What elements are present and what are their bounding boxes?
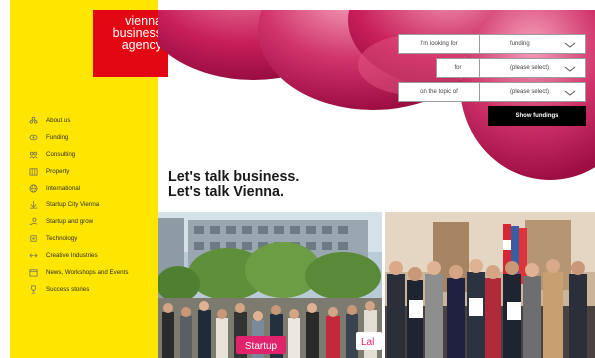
technology-icon bbox=[27, 234, 39, 244]
topic-label: on the topic of bbox=[398, 82, 480, 102]
main-nav: About us Funding Consulting Property Int… bbox=[27, 112, 158, 298]
show-fundings-button[interactable]: Show fundings bbox=[488, 106, 586, 126]
nav-item-news-workshops-events[interactable]: News, Workshops and Events bbox=[27, 264, 158, 281]
nav-label: Funding bbox=[46, 133, 69, 141]
nav-item-about-us[interactable]: About us bbox=[27, 112, 158, 129]
consulting-icon bbox=[27, 149, 39, 159]
nav-label: Creative Industries bbox=[46, 252, 98, 260]
for-select[interactable]: (please select) bbox=[480, 58, 586, 78]
nav-item-startup-city-vienna[interactable]: Startup City Vienna bbox=[27, 196, 158, 213]
nav-item-property[interactable]: Property bbox=[27, 163, 158, 180]
nav-item-startup-and-grow[interactable]: Startup and grow bbox=[27, 213, 158, 230]
nav-label: Success stories bbox=[46, 285, 90, 293]
award-ceremony-photo[interactable] bbox=[385, 212, 595, 358]
logo-line-3: agency bbox=[121, 38, 162, 52]
nav-label: Property bbox=[46, 167, 70, 175]
headline: Let's talk business. Let's talk Vienna. bbox=[168, 170, 299, 199]
globe-icon bbox=[27, 183, 39, 193]
chevron-down-icon bbox=[564, 90, 576, 96]
trophy-icon bbox=[27, 284, 39, 294]
select-value: funding bbox=[510, 41, 530, 47]
startup-icon bbox=[27, 200, 39, 210]
nav-item-technology[interactable]: Technology bbox=[27, 230, 158, 247]
select-value: (please select) bbox=[510, 89, 550, 95]
startup-sign-text: Startup bbox=[245, 341, 278, 352]
startup-group-photo[interactable]: Startup Lal bbox=[158, 212, 382, 358]
nav-label: Consulting bbox=[46, 150, 76, 158]
nav-label: Technology bbox=[46, 235, 78, 243]
funding-icon bbox=[27, 132, 39, 142]
nav-item-consulting[interactable]: Consulting bbox=[27, 146, 158, 163]
headline-line-1: Let's talk business. bbox=[168, 169, 300, 185]
grow-icon bbox=[27, 217, 39, 227]
nav-label: International bbox=[46, 184, 81, 192]
top-strip bbox=[0, 0, 595, 10]
about-icon bbox=[27, 115, 39, 125]
creative-icon bbox=[27, 251, 39, 261]
chevron-down-icon bbox=[564, 42, 576, 48]
right-sign-text: Lal bbox=[361, 337, 374, 348]
property-icon bbox=[27, 166, 39, 176]
nav-label: Startup and grow bbox=[46, 218, 94, 226]
for-label: for bbox=[436, 58, 480, 78]
nav-label: About us bbox=[46, 116, 71, 124]
sidebar: vienna business agency About us Funding … bbox=[10, 10, 168, 358]
looking-for-select[interactable]: funding bbox=[480, 34, 586, 54]
nav-item-success-stories[interactable]: Success stories bbox=[27, 281, 158, 298]
nav-label: Startup City Vienna bbox=[46, 201, 100, 209]
chevron-down-icon bbox=[564, 66, 576, 72]
nav-item-international[interactable]: International bbox=[27, 180, 158, 197]
nav-item-funding[interactable]: Funding bbox=[27, 129, 158, 146]
nav-item-creative-industries[interactable]: Creative Industries bbox=[27, 247, 158, 264]
logo[interactable]: vienna business agency bbox=[93, 10, 168, 77]
looking-for-label: I'm looking for bbox=[398, 34, 480, 54]
select-value: (please select) bbox=[510, 65, 550, 71]
nav-label: News, Workshops and Events bbox=[46, 268, 129, 276]
calendar-icon bbox=[27, 267, 39, 277]
topic-select[interactable]: (please select) bbox=[480, 82, 586, 102]
headline-line-2: Let's talk Vienna. bbox=[168, 183, 284, 200]
